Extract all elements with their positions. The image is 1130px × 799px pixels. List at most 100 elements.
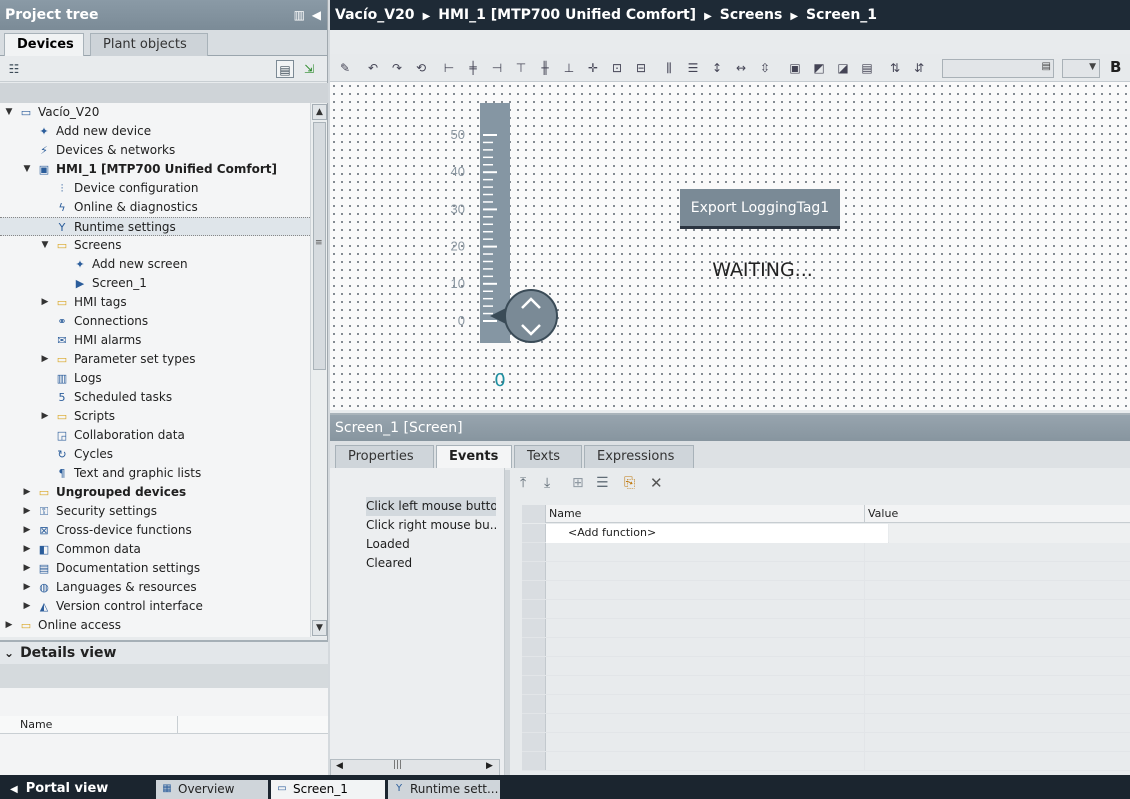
script-icon[interactable]: ⎘	[624, 475, 635, 491]
row-header[interactable]	[522, 600, 546, 618]
table-row[interactable]	[522, 619, 1130, 638]
table-row[interactable]	[522, 752, 1130, 771]
scroll-up-icon[interactable]: ▲	[312, 104, 327, 120]
row-header[interactable]	[522, 562, 546, 580]
send-backward-icon[interactable]: ◪	[834, 59, 852, 77]
tree-item[interactable]: ¶ Text and graphic lists	[0, 464, 310, 483]
collapse-left-icon[interactable]: ◀	[312, 0, 321, 30]
tree-item[interactable]: ▶ ▭ Online access	[0, 616, 310, 635]
bring-forward-icon[interactable]: ◩	[810, 59, 828, 77]
table-row[interactable]	[522, 600, 1130, 619]
table-row[interactable]	[522, 714, 1130, 733]
tree-item[interactable]: ▶ Screen_1	[0, 274, 310, 293]
collapsed-arrow-icon[interactable]: ▶	[22, 540, 32, 559]
same-height-icon[interactable]: ↕	[708, 59, 726, 77]
tab-events[interactable]: Events	[436, 445, 512, 468]
export-icon[interactable]: ⇲	[300, 60, 318, 78]
scroll-thumb[interactable]: ≡	[313, 122, 326, 370]
add-function-cell[interactable]: <Add function>	[546, 524, 888, 543]
tree-item[interactable]: ✦ Add new device	[0, 122, 310, 141]
chevron-down-icon[interactable]: ⌄	[4, 646, 14, 660]
row-header[interactable]	[522, 714, 546, 732]
tree-item[interactable]: ▶ ◍ Languages & resources	[0, 578, 310, 597]
layers-icon[interactable]: ⇵	[910, 59, 928, 77]
collapsed-arrow-icon[interactable]: ▶	[22, 483, 32, 502]
delete-icon[interactable]: ✕	[650, 474, 663, 492]
same-size-icon[interactable]: ⇳	[756, 59, 774, 77]
row-header[interactable]	[522, 733, 546, 751]
event-item[interactable]: Cleared	[366, 554, 496, 573]
column-divider[interactable]	[177, 716, 178, 734]
row-header[interactable]	[522, 619, 546, 637]
align-top-icon[interactable]: ⊤	[512, 59, 530, 77]
tab-properties[interactable]: Properties	[335, 445, 434, 468]
pin-icon[interactable]: ▥	[294, 0, 305, 30]
portal-view-button[interactable]: ◀ Portal view	[10, 781, 108, 796]
tab-plant-objects[interactable]: Plant objects	[90, 33, 208, 56]
font-family-select[interactable]: ▤	[942, 59, 1054, 78]
distribute-horizontal-icon[interactable]: ⫼	[660, 59, 678, 77]
breadcrumb-device[interactable]: HMI_1 [MTP700 Unified Comfort]	[438, 7, 696, 23]
list-icon[interactable]: ☰	[596, 475, 609, 491]
add-folder-icon[interactable]: ⊞	[572, 475, 584, 491]
center-icon[interactable]: ✛	[584, 59, 602, 77]
tree-item[interactable]: ▶ ▭ Parameter set types	[0, 350, 310, 369]
tab-order-icon[interactable]: ⇅	[886, 59, 904, 77]
scroll-down-icon[interactable]: ▼	[312, 620, 327, 636]
tree-item[interactable]: ▶ ▭ Scripts	[0, 407, 310, 426]
table-row[interactable]	[522, 562, 1130, 581]
screen-canvas[interactable]: 50 40 30 20 10 0 0 Export LoggingTag1 WAITING…	[330, 82, 1130, 410]
task-runtime-settings[interactable]: Y Runtime sett...	[388, 780, 500, 799]
add-function-value-cell[interactable]	[889, 524, 1130, 543]
format-painter-icon[interactable]: ✎	[336, 59, 354, 77]
rotate-right-icon[interactable]: ↷	[388, 59, 406, 77]
row-header[interactable]	[522, 752, 546, 770]
bold-button[interactable]: B	[1110, 58, 1121, 76]
overview-list-icon[interactable]: ▤	[276, 60, 294, 78]
move-up-icon[interactable]: ⤒	[520, 475, 526, 491]
rotate-left-icon[interactable]: ↶	[364, 59, 382, 77]
table-row[interactable]	[522, 676, 1130, 695]
scroll-right-icon[interactable]: ▶	[486, 761, 493, 771]
tree-item[interactable]: ▶ ▭ HMI tags	[0, 293, 310, 312]
align-middle-icon[interactable]: ╫	[536, 59, 554, 77]
tree-item[interactable]: ⫶ Device configuration	[0, 179, 310, 198]
row-header[interactable]	[522, 695, 546, 713]
center-vertical-icon[interactable]: ⊡	[608, 59, 626, 77]
tree-item[interactable]: ✦ Add new screen	[0, 255, 310, 274]
tree-item[interactable]: ▶ ▤ Documentation settings	[0, 559, 310, 578]
breadcrumb-folder[interactable]: Screens	[720, 7, 783, 23]
export-button[interactable]: Export LoggingTag1	[680, 189, 840, 229]
row-header[interactable]	[522, 638, 546, 656]
table-row[interactable]	[522, 695, 1130, 714]
table-row[interactable]	[522, 657, 1130, 676]
tree-item[interactable]: ◲ Collaboration data	[0, 426, 310, 445]
breadcrumb-project[interactable]: Vacío_V20	[335, 7, 415, 23]
same-width-icon[interactable]: ↔	[732, 59, 750, 77]
column-divider[interactable]	[864, 505, 865, 523]
collapsed-arrow-icon[interactable]: ▶	[22, 597, 32, 616]
tree-item[interactable]: ▥ Logs	[0, 369, 310, 388]
tab-texts[interactable]: Texts	[514, 445, 582, 468]
tree-item[interactable]: 5 Scheduled tasks	[0, 388, 310, 407]
table-row[interactable]	[522, 543, 1130, 562]
tree-item[interactable]: ⚭ Connections	[0, 312, 310, 331]
tree-item[interactable]: Y Runtime settings	[0, 217, 310, 236]
row-header[interactable]	[522, 524, 546, 542]
tree-item[interactable]: ▼ ▭ Vacío_V20	[0, 103, 310, 122]
tab-expressions[interactable]: Expressions	[584, 445, 694, 468]
tree-item[interactable]: ▼ ▣ HMI_1 [MTP700 Unified Comfort]	[0, 160, 310, 179]
tree-item[interactable]: ▶ ◧ Common data	[0, 540, 310, 559]
tree-item[interactable]: ▶ ▭ Ungrouped devices	[0, 483, 310, 502]
slider-widget[interactable]: 50 40 30 20 10 0	[330, 82, 1130, 410]
splitter[interactable]	[505, 470, 510, 775]
align-right-icon[interactable]: ⊣	[488, 59, 506, 77]
collapsed-arrow-icon[interactable]: ▶	[22, 559, 32, 578]
properties-icon[interactable]: ☷	[5, 60, 23, 78]
task-screen-1[interactable]: ▭ Screen_1	[271, 780, 385, 799]
bring-to-front-icon[interactable]: ▣	[786, 59, 804, 77]
table-row[interactable]	[522, 638, 1130, 657]
expanded-arrow-icon[interactable]: ▼	[4, 103, 14, 122]
tree-item[interactable]: ϟ Online & diagnostics	[0, 198, 310, 217]
expanded-arrow-icon[interactable]: ▼	[40, 236, 50, 255]
